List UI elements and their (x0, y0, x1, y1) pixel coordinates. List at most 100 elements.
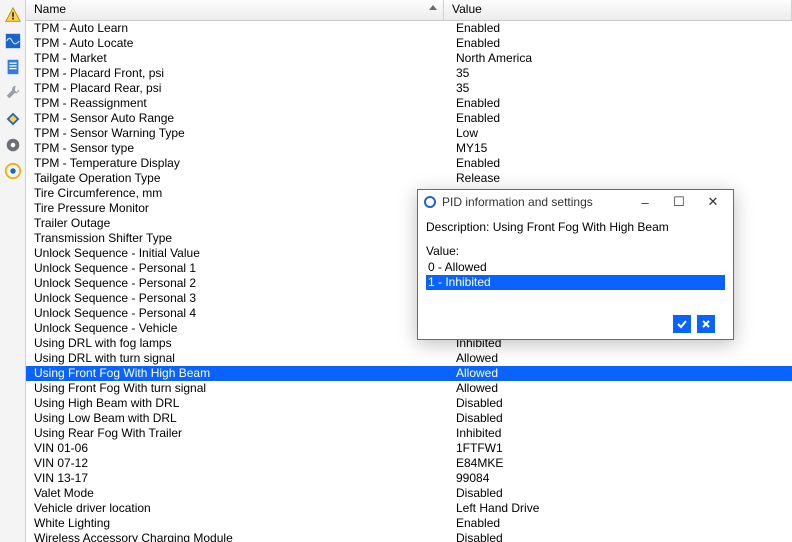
warning-tool[interactable] (2, 4, 24, 26)
row-name: Using High Beam with DRL (26, 396, 452, 411)
diamond-tool[interactable] (2, 108, 24, 130)
table-row[interactable]: White LightingEnabled (26, 516, 792, 531)
row-value: Disabled (452, 486, 792, 501)
table-row[interactable]: Valet ModeDisabled (26, 486, 792, 501)
description-line: Description: Using Front Fog With High B… (426, 220, 725, 234)
row-value: Low (452, 126, 792, 141)
row-name: TPM - Placard Front, psi (26, 66, 452, 81)
row-value: Enabled (452, 111, 792, 126)
close-button[interactable]: ✕ (699, 192, 727, 212)
table-row[interactable]: Using Front Fog With turn signalAllowed (26, 381, 792, 396)
table-row[interactable]: TPM - Placard Front, psi35 (26, 66, 792, 81)
row-name: Tire Pressure Monitor (26, 201, 452, 216)
row-name: TPM - Market (26, 51, 452, 66)
row-name: Unlock Sequence - Initial Value (26, 246, 452, 261)
minimize-button[interactable]: – (631, 192, 659, 212)
row-value: Enabled (452, 21, 792, 36)
table-row[interactable]: TPM - Sensor typeMY15 (26, 141, 792, 156)
table-row[interactable]: TPM - Auto LocateEnabled (26, 36, 792, 51)
column-header-value-label: Value (452, 2, 482, 16)
dialog-body: Description: Using Front Fog With High B… (418, 214, 733, 290)
row-name: Unlock Sequence - Personal 1 (26, 261, 452, 276)
row-name: Tailgate Operation Type (26, 171, 452, 186)
table-row[interactable]: VIN 01-061FTFW1 (26, 441, 792, 456)
row-name: TPM - Auto Learn (26, 21, 452, 36)
value-option[interactable]: 1 - Inhibited (426, 275, 725, 290)
row-name: VIN 07-12 (26, 456, 452, 471)
row-name: Unlock Sequence - Personal 2 (26, 276, 452, 291)
dialog-titlebar[interactable]: PID information and settings – ☐ ✕ (418, 189, 733, 214)
dialog-button-row (673, 315, 715, 333)
row-name: TPM - Auto Locate (26, 36, 452, 51)
column-header-name-label: Name (34, 2, 66, 16)
table-row[interactable]: Wireless Accessory Charging ModuleDisabl… (26, 531, 792, 542)
table-row[interactable]: Tailgate Operation TypeRelease (26, 171, 792, 186)
row-value: Allowed (452, 366, 792, 381)
target-tool[interactable] (2, 160, 24, 182)
table-row[interactable]: Using DRL with turn signalAllowed (26, 351, 792, 366)
row-value: MY15 (452, 141, 792, 156)
table-row[interactable]: TPM - Auto LearnEnabled (26, 21, 792, 36)
table-row[interactable]: VIN 13-1799084 (26, 471, 792, 486)
row-name: Unlock Sequence - Personal 3 (26, 291, 452, 306)
gear-tool[interactable] (2, 134, 24, 156)
row-value: Enabled (452, 96, 792, 111)
value-options-list: 0 - Allowed1 - Inhibited (426, 260, 725, 290)
row-name: Trailer Outage (26, 216, 452, 231)
table-row[interactable]: Using Rear Fog With TrailerInhibited (26, 426, 792, 441)
table-row[interactable]: Using Low Beam with DRLDisabled (26, 411, 792, 426)
description-value: Using Front Fog With High Beam (493, 220, 669, 234)
cancel-button[interactable] (697, 315, 715, 333)
ok-button[interactable] (673, 315, 691, 333)
info-icon (424, 196, 436, 208)
row-value: Enabled (452, 156, 792, 171)
row-name: Using DRL with fog lamps (26, 336, 452, 351)
table-row[interactable]: TPM - MarketNorth America (26, 51, 792, 66)
row-name: Unlock Sequence - Vehicle (26, 321, 452, 336)
page-tool[interactable] (2, 56, 24, 78)
row-value: Release (452, 171, 792, 186)
check-icon (676, 318, 688, 330)
column-header-name[interactable]: Name (26, 0, 444, 20)
description-label: Description: (426, 220, 489, 234)
wave-tool[interactable] (2, 30, 24, 52)
row-value: Left Hand Drive (452, 501, 792, 516)
table-row[interactable]: TPM - Temperature DisplayEnabled (26, 156, 792, 171)
table-row[interactable]: Vehicle driver locationLeft Hand Drive (26, 501, 792, 516)
row-value: 35 (452, 66, 792, 81)
column-header-value[interactable]: Value (444, 0, 792, 20)
row-value: 1FTFW1 (452, 441, 792, 456)
row-value: Allowed (452, 381, 792, 396)
row-value: Enabled (452, 516, 792, 531)
row-name: Using Front Fog With High Beam (26, 366, 452, 381)
wrench-tool[interactable] (2, 82, 24, 104)
maximize-button[interactable]: ☐ (665, 192, 693, 212)
row-name: Valet Mode (26, 486, 452, 501)
row-value: Disabled (452, 531, 792, 542)
row-value: North America (452, 51, 792, 66)
table-row[interactable]: Using High Beam with DRLDisabled (26, 396, 792, 411)
table-row[interactable]: VIN 07-12E84MKE (26, 456, 792, 471)
row-value: 35 (452, 81, 792, 96)
value-option[interactable]: 0 - Allowed (426, 260, 725, 275)
table-row[interactable]: TPM - Placard Rear, psi35 (26, 81, 792, 96)
x-icon (700, 318, 712, 330)
row-value: Enabled (452, 36, 792, 51)
row-name: TPM - Reassignment (26, 96, 452, 111)
row-value: Disabled (452, 396, 792, 411)
table-row[interactable]: Using Front Fog With High BeamAllowed (26, 366, 792, 381)
row-name: TPM - Placard Rear, psi (26, 81, 452, 96)
row-name: Unlock Sequence - Personal 4 (26, 306, 452, 321)
value-label: Value: (426, 244, 725, 258)
table-row[interactable]: TPM - Sensor Warning TypeLow (26, 126, 792, 141)
table-row[interactable]: TPM - Sensor Auto RangeEnabled (26, 111, 792, 126)
row-name: TPM - Sensor Warning Type (26, 126, 452, 141)
row-name: Using DRL with turn signal (26, 351, 452, 366)
row-name: VIN 01-06 (26, 441, 452, 456)
row-name: VIN 13-17 (26, 471, 452, 486)
dialog-title: PID information and settings (442, 195, 625, 209)
table-row[interactable]: TPM - ReassignmentEnabled (26, 96, 792, 111)
row-name: TPM - Sensor Auto Range (26, 111, 452, 126)
row-name: Wireless Accessory Charging Module (26, 531, 452, 542)
row-name: TPM - Sensor type (26, 141, 452, 156)
